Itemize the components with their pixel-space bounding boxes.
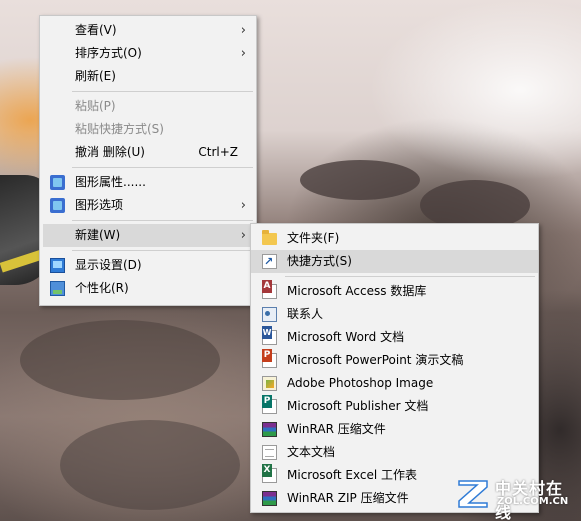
new-item-word-document[interactable]: Microsoft Word 文档 xyxy=(251,326,538,349)
menu-separator xyxy=(285,276,535,277)
menu-item-label: 撤消 删除(U) xyxy=(75,145,145,159)
menu-item-label: 文件夹(F) xyxy=(287,231,340,245)
new-item-photoshop-image[interactable]: Adobe Photoshop Image xyxy=(251,372,538,395)
menu-item-sort-by[interactable]: 排序方式(O) › xyxy=(40,42,256,65)
menu-item-label: Microsoft Excel 工作表 xyxy=(287,468,418,482)
graphics-options-icon xyxy=(50,198,65,213)
menu-item-label: 文本文档 xyxy=(287,445,336,459)
menu-item-personalize[interactable]: 个性化(R) xyxy=(40,277,256,300)
chevron-right-icon: › xyxy=(240,46,246,61)
menu-item-label: 新建(W) xyxy=(75,228,121,242)
zol-logo-icon xyxy=(458,480,488,508)
new-item-text-document[interactable]: 文本文档 xyxy=(251,441,538,464)
menu-item-label: 联系人 xyxy=(287,307,324,321)
chevron-right-icon: › xyxy=(240,198,246,213)
chevron-right-icon: › xyxy=(240,228,246,243)
new-item-shortcut[interactable]: 快捷方式(S) xyxy=(251,250,538,273)
winrar-icon xyxy=(262,422,277,437)
menu-item-label: Microsoft Publisher 文档 xyxy=(287,399,429,413)
shortcut-icon xyxy=(262,250,277,273)
menu-item-label: 粘贴(P) xyxy=(75,99,116,113)
menu-item-label: Adobe Photoshop Image xyxy=(287,376,434,390)
menu-item-display-settings[interactable]: 显示设置(D) xyxy=(40,254,256,277)
menu-item-label: Microsoft Word 文档 xyxy=(287,330,405,344)
word-icon xyxy=(262,326,277,345)
menu-item-label: Microsoft Access 数据库 xyxy=(287,284,427,298)
watermark-brand-en: ZOL.COM.CN xyxy=(497,496,569,507)
access-icon xyxy=(262,280,277,299)
menu-item-label: 刷新(E) xyxy=(75,69,116,83)
wallpaper-rock xyxy=(20,320,220,400)
menu-item-label: 排序方式(O) xyxy=(75,46,142,60)
excel-icon xyxy=(262,464,277,483)
new-item-contact[interactable]: 联系人 xyxy=(251,303,538,326)
menu-separator xyxy=(72,167,253,168)
powerpoint-icon xyxy=(262,349,277,368)
new-item-folder[interactable]: 文件夹(F) xyxy=(251,227,538,250)
wallpaper-rock xyxy=(300,160,420,200)
menu-item-label: WinRAR ZIP 压缩文件 xyxy=(287,491,409,505)
menu-item-view[interactable]: 查看(V) › xyxy=(40,19,256,42)
new-item-winrar-archive[interactable]: WinRAR 压缩文件 xyxy=(251,418,538,441)
menu-item-undo-delete[interactable]: 撤消 删除(U) Ctrl+Z xyxy=(40,141,256,164)
personalize-icon xyxy=(50,281,65,296)
menu-item-label: 图形选项 xyxy=(75,198,124,212)
desktop-context-menu: 查看(V) › 排序方式(O) › 刷新(E) 粘贴(P) 粘贴快捷方式(S) … xyxy=(39,15,257,306)
menu-item-graphics-properties[interactable]: 图形属性...... xyxy=(40,171,256,194)
menu-item-label: 图形属性...... xyxy=(75,175,146,189)
menu-item-graphics-options[interactable]: 图形选项 › xyxy=(40,194,256,217)
wallpaper-rock xyxy=(60,420,240,510)
menu-item-refresh[interactable]: 刷新(E) xyxy=(40,65,256,88)
menu-separator xyxy=(72,250,253,251)
folder-icon xyxy=(262,230,277,245)
text-document-icon xyxy=(262,445,277,460)
menu-item-label: WinRAR 压缩文件 xyxy=(287,422,386,436)
menu-item-paste-shortcut: 粘贴快捷方式(S) xyxy=(40,118,256,141)
menu-item-new[interactable]: 新建(W) › xyxy=(43,224,253,247)
chevron-right-icon: › xyxy=(240,23,246,38)
menu-item-label: 显示设置(D) xyxy=(75,258,142,272)
menu-item-label: 粘贴快捷方式(S) xyxy=(75,122,164,136)
winrar-zip-icon xyxy=(262,491,277,506)
menu-item-label: Microsoft PowerPoint 演示文稿 xyxy=(287,353,464,367)
new-item-publisher-document[interactable]: Microsoft Publisher 文档 xyxy=(251,395,538,418)
new-item-powerpoint[interactable]: Microsoft PowerPoint 演示文稿 xyxy=(251,349,538,372)
contact-icon xyxy=(262,307,277,322)
zol-watermark: 中关村在线 ZOL.COM.CN xyxy=(457,473,575,522)
menu-separator xyxy=(72,91,253,92)
menu-separator xyxy=(72,220,253,221)
menu-item-paste: 粘贴(P) xyxy=(40,95,256,118)
publisher-icon xyxy=(262,395,277,414)
graphics-properties-icon xyxy=(50,175,65,190)
menu-item-label: 个性化(R) xyxy=(75,281,129,295)
new-item-access-database[interactable]: Microsoft Access 数据库 xyxy=(251,280,538,303)
menu-item-label: 快捷方式(S) xyxy=(287,254,352,268)
keyboard-shortcut: Ctrl+Z xyxy=(198,145,238,159)
photoshop-icon xyxy=(262,376,277,391)
new-submenu: 文件夹(F) 快捷方式(S) Microsoft Access 数据库 联系人 … xyxy=(250,223,539,513)
menu-item-label: 查看(V) xyxy=(75,23,117,37)
display-settings-icon xyxy=(50,258,65,273)
